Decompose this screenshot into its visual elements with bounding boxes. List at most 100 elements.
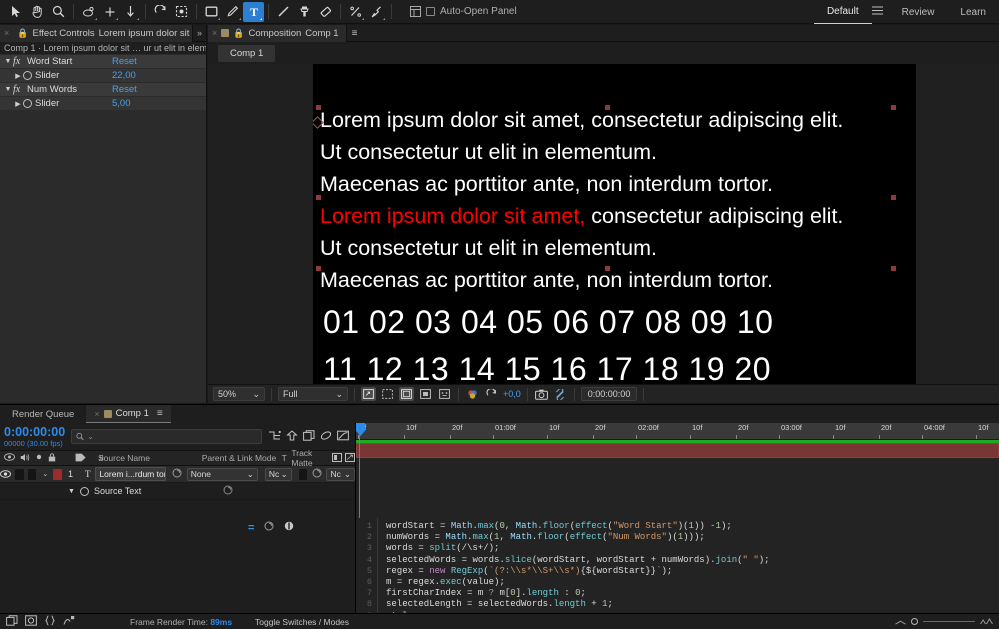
roto-brush-tool-icon[interactable]: [171, 2, 192, 22]
disclosure-triangle-icon[interactable]: ▶: [13, 72, 23, 80]
selection-handle[interactable]: [891, 266, 896, 271]
timeline-layer-row[interactable]: ⌄ 1 T Lorem i...rdum tortor. None ⌄ Nc ⌄: [0, 466, 355, 483]
selection-handle[interactable]: [605, 105, 610, 110]
expression-code-text[interactable]: wordStart = Math.max(0, Math.floor(effec…: [378, 518, 999, 613]
workspace-menu-icon[interactable]: [871, 6, 889, 18]
search-input[interactable]: [96, 431, 257, 442]
region-of-interest-icon[interactable]: [361, 387, 376, 401]
property-pickwhip-icon[interactable]: [223, 485, 233, 497]
expression-graph-icon[interactable]: [284, 521, 294, 534]
exposure-value[interactable]: +0,0: [503, 389, 521, 399]
layer-name[interactable]: Lorem i...rdum tortor.: [95, 467, 166, 481]
timeline-graph-area[interactable]: 0f 10f 20f 01:00f 10f 20f 02:00f 10f 20f…: [356, 423, 999, 518]
hand-tool-icon[interactable]: [27, 2, 48, 22]
disclosure-triangle-icon[interactable]: ▼: [3, 58, 13, 65]
keyframe-assistant-icon[interactable]: [63, 615, 75, 628]
current-time-display[interactable]: 0:00:00:00 00000 (30.00 fps): [4, 426, 65, 447]
layer-duration-bar[interactable]: [356, 443, 999, 458]
auto-open-panel-group[interactable]: Auto-Open Panel: [410, 6, 517, 17]
close-icon[interactable]: ×: [94, 409, 99, 419]
expression-braces-icon[interactable]: [44, 615, 56, 628]
property-value[interactable]: 22,00: [112, 70, 136, 81]
workspace-learn[interactable]: Learn: [947, 0, 999, 24]
take-snapshot-icon[interactable]: [534, 387, 549, 401]
selection-handle[interactable]: [891, 105, 896, 110]
shape-tool-icon[interactable]: [201, 2, 222, 22]
lock-icon[interactable]: 🔒: [233, 28, 244, 39]
shy-toggle-icon[interactable]: [332, 452, 343, 464]
type-tool-icon[interactable]: T: [243, 1, 264, 22]
selection-handle[interactable]: [891, 195, 896, 200]
eraser-tool-icon[interactable]: [315, 2, 336, 22]
layer-preserve-transparency[interactable]: [298, 468, 308, 480]
selection-handle[interactable]: [316, 266, 321, 271]
title-action-safe-icon[interactable]: [399, 387, 414, 401]
clone-stamp-tool-icon[interactable]: [294, 2, 315, 22]
toggle-switches-modes-button[interactable]: Toggle Switches / Modes: [255, 617, 349, 627]
layer-parent-dropdown[interactable]: None ⌄: [186, 467, 258, 481]
collapse-toggle-icon[interactable]: [345, 452, 356, 464]
zoom-slider-knob[interactable]: [911, 618, 918, 625]
channel-color-icon[interactable]: [465, 387, 480, 401]
timeline-property-row[interactable]: ▼ Source Text: [0, 483, 355, 500]
effect-row-num-words[interactable]: ▼ fx Num Words Reset: [0, 83, 206, 97]
refresh-icon[interactable]: [484, 387, 499, 401]
pan-behind-tool-icon[interactable]: [120, 2, 141, 22]
expand-tabs-icon[interactable]: »: [193, 28, 206, 38]
panel-menu-icon[interactable]: ≡: [153, 408, 163, 419]
effect-reset-link[interactable]: Reset: [112, 56, 137, 67]
selection-handle[interactable]: [316, 105, 321, 110]
brush-tool-icon[interactable]: [273, 2, 294, 22]
selection-handle[interactable]: [605, 266, 610, 271]
disclosure-triangle-icon[interactable]: ▼: [68, 488, 75, 495]
property-value[interactable]: 5,00: [112, 98, 131, 109]
transfer-controls-icon[interactable]: [25, 615, 37, 628]
tab-composition[interactable]: × 🔒 Composition Comp 1: [208, 24, 347, 42]
property-row-num-words-slider[interactable]: ▶ Slider 5,00: [0, 97, 206, 111]
3d-view-icon[interactable]: [437, 387, 452, 401]
close-icon[interactable]: ×: [4, 28, 9, 38]
zoom-slider-track[interactable]: [923, 621, 975, 622]
graph-editor-icon[interactable]: [337, 430, 349, 444]
lock-switch-icon[interactable]: [48, 452, 56, 464]
zoom-out-icon[interactable]: [895, 617, 906, 627]
disclosure-triangle-icon[interactable]: ▼: [3, 86, 13, 93]
viewer-timecode[interactable]: 0:00:00:00: [580, 387, 638, 401]
draft-3d-icon[interactable]: [286, 429, 298, 444]
auto-open-panel-checkbox[interactable]: [426, 7, 435, 16]
track-matte-icon[interactable]: [312, 468, 322, 480]
zoom-in-icon[interactable]: [980, 617, 993, 627]
workspace-default[interactable]: Default: [813, 0, 872, 24]
show-snapshot-icon[interactable]: [553, 387, 568, 401]
puppet-starch-tool-icon[interactable]: [366, 2, 387, 22]
panel-menu-icon[interactable]: ≡: [347, 28, 363, 39]
mask-paths-icon[interactable]: [418, 387, 433, 401]
property-row-word-start-slider[interactable]: ▶ Slider 22,00: [0, 69, 206, 83]
audio-switch-icon[interactable]: [20, 453, 30, 464]
selection-handle[interactable]: [316, 195, 321, 200]
close-icon[interactable]: ×: [212, 28, 217, 38]
hide-shy-layers-icon[interactable]: [303, 429, 315, 444]
expression-enabled-icon[interactable]: =: [248, 522, 254, 534]
disclosure-triangle-icon[interactable]: ▶: [13, 100, 23, 108]
tab-effect-controls[interactable]: × 🔒 Effect Controls Lorem ipsum dolor si…: [0, 24, 193, 42]
selection-tool-icon[interactable]: [6, 2, 27, 22]
label-column-icon[interactable]: [75, 453, 86, 464]
layer-switches-icon[interactable]: [6, 615, 18, 628]
expression-code-editor[interactable]: 1 2 3 4 5 6 7 8 9 10 11 wordStart = Math…: [356, 518, 999, 613]
tab-render-queue[interactable]: Render Queue: [0, 405, 86, 423]
rotate-tool-icon[interactable]: [150, 2, 171, 22]
resolution-dropdown[interactable]: Full ⌄: [278, 387, 348, 401]
composition-viewer-stage[interactable]: Lorem ipsum dolor sit amet, consectetur …: [208, 64, 999, 384]
timeline-zoom-slider[interactable]: [895, 617, 993, 627]
effect-reset-link[interactable]: Reset: [112, 84, 137, 95]
layer-solo-toggle[interactable]: [27, 468, 37, 480]
rotation-tool-icon[interactable]: [78, 2, 99, 22]
pen-tool-icon[interactable]: [222, 2, 243, 22]
parent-pickwhip-icon[interactable]: [172, 468, 182, 480]
composition-mini-flowchart-icon[interactable]: [268, 430, 281, 444]
workspace-review[interactable]: Review: [889, 0, 948, 24]
stopwatch-icon[interactable]: [23, 99, 32, 108]
magnification-dropdown[interactable]: 50% ⌄: [213, 387, 265, 401]
layer-video-toggle[interactable]: [0, 468, 11, 481]
